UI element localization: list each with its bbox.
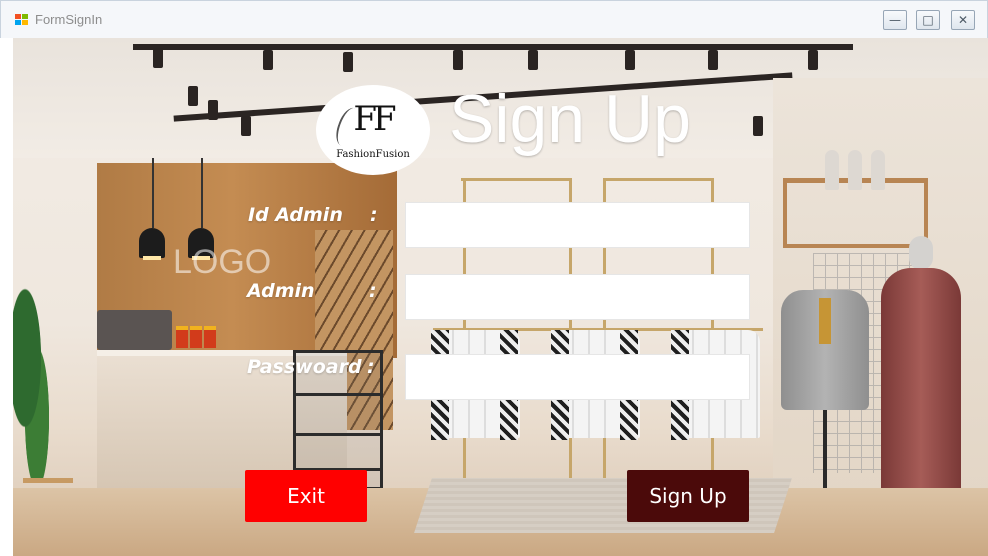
maximize-icon: □ (922, 13, 934, 27)
fashionfusion-logo: FF FashionFusion (316, 85, 430, 175)
window-title: FormSignIn (35, 12, 103, 27)
password-field[interactable] (405, 354, 750, 400)
form-client-area: LOGO FF FashionFusion Sign Up Id Admin :… (13, 38, 988, 556)
app-icon (15, 14, 29, 26)
admin-label-colon: : (369, 280, 377, 302)
id-admin-label-text: Id Admin (248, 204, 343, 226)
page-title: Sign Up (449, 81, 691, 157)
minimize-icon: — (889, 13, 901, 27)
close-button[interactable]: ✕ (951, 10, 975, 30)
admin-label-text: Admin (247, 280, 315, 302)
store-logo-sign: LOGO (173, 243, 272, 281)
admin-field[interactable] (405, 274, 750, 320)
maximize-button[interactable]: □ (916, 10, 940, 30)
close-icon: ✕ (957, 13, 969, 27)
logo-brand-name: FashionFusion (336, 149, 410, 160)
password-label-colon: : (367, 356, 375, 378)
password-label-text: Passwoard (247, 356, 362, 378)
id-admin-label-colon: : (370, 204, 378, 226)
exit-button[interactable]: Exit (245, 470, 367, 522)
minimize-button[interactable]: — (883, 10, 907, 30)
id-admin-field[interactable] (405, 202, 750, 248)
sign-up-button[interactable]: Sign Up (627, 470, 749, 522)
password-label: Passwoard : (247, 356, 387, 382)
admin-label: Admin : (247, 280, 387, 306)
window-titlebar: FormSignIn — □ ✕ (0, 0, 988, 38)
id-admin-label: Id Admin : (248, 204, 388, 230)
logo-initials: FF (353, 99, 396, 139)
